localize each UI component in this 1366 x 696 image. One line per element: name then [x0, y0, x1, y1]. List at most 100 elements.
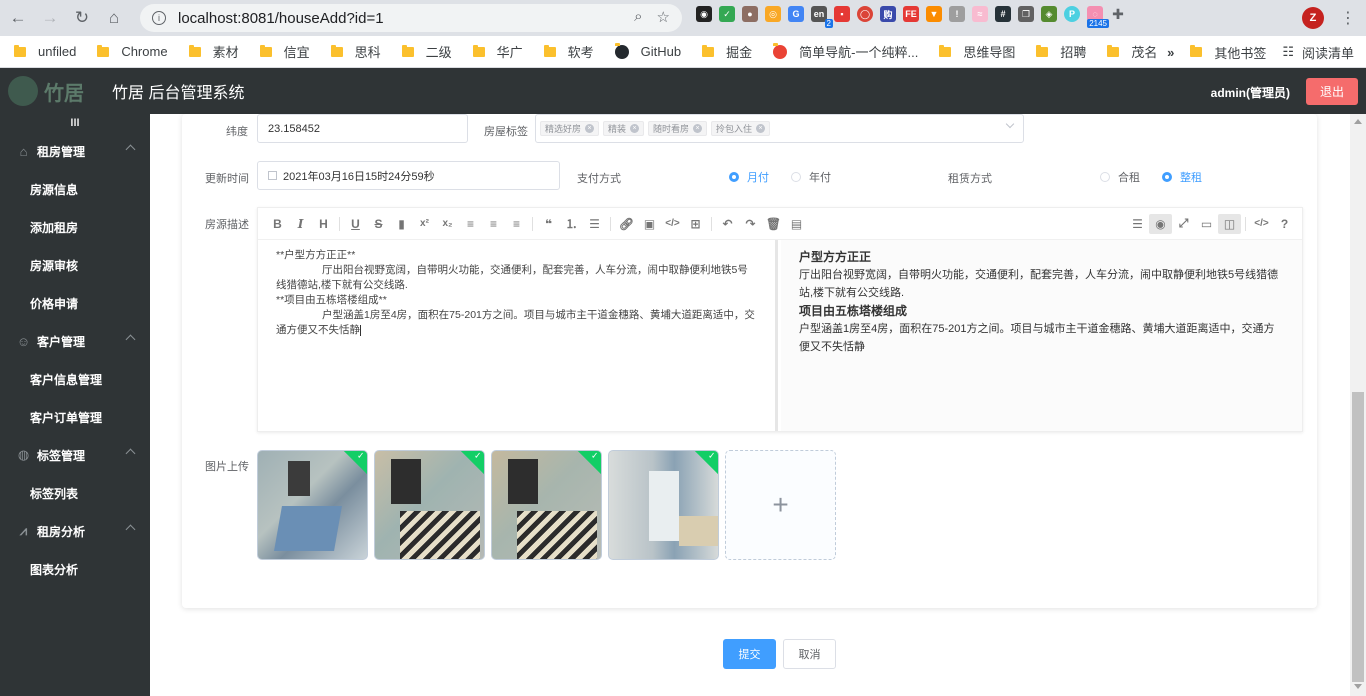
- shield-icon[interactable]: ✓: [719, 6, 735, 22]
- markdown-input[interactable]: **户型方方正正** 厅出阳台视野宽阔，自带明火功能，交通便利，配套完善，人车分…: [258, 240, 778, 431]
- zoom-icon[interactable]: ⌕: [634, 8, 642, 26]
- menu-item[interactable]: 客户信息管理: [0, 360, 150, 398]
- pay-yearly-radio[interactable]: 年付: [791, 169, 831, 185]
- en-icon[interactable]: en 2: [811, 6, 833, 28]
- undo-icon[interactable]: ↶: [716, 214, 739, 234]
- redo-icon[interactable]: ↷: [739, 214, 762, 234]
- split-view-icon[interactable]: ◫: [1218, 213, 1241, 234]
- profile-avatar[interactable]: Z: [1302, 7, 1324, 29]
- image-icon[interactable]: ▣: [638, 214, 661, 234]
- shop-icon[interactable]: 购: [880, 6, 896, 22]
- menu-item[interactable]: 客户订单管理: [0, 398, 150, 436]
- menu-item[interactable]: 标签列表: [0, 474, 150, 512]
- update-time-input[interactable]: 2021年03月16日15时24分59秒: [257, 161, 560, 190]
- tags-select[interactable]: 精选好房 × 精装 × 随时看房 × 拎包入住 ×: [535, 114, 1024, 143]
- quote-icon[interactable]: ❝: [537, 214, 560, 234]
- pay-monthly-radio[interactable]: 月付: [729, 169, 769, 185]
- menu-kebab-icon[interactable]: ⋮: [1340, 8, 1356, 28]
- html-code-icon[interactable]: </>: [1250, 214, 1273, 234]
- help-icon[interactable]: ?: [1273, 214, 1296, 234]
- scroll-up-icon[interactable]: [1354, 119, 1362, 124]
- menu-item[interactable]: 房源信息: [0, 170, 150, 208]
- copy-icon[interactable]: ❐: [1018, 6, 1034, 22]
- navigation-icon[interactable]: ☰: [1126, 214, 1149, 234]
- uploaded-image-thumbnail[interactable]: ✓: [374, 450, 485, 560]
- superscript-icon[interactable]: x²: [413, 214, 436, 234]
- bold-icon[interactable]: B: [266, 214, 289, 234]
- menu-group[interactable]: ⌂ 租房管理: [0, 132, 150, 170]
- save-icon[interactable]: ▤: [785, 214, 808, 234]
- bookmark-item[interactable]: 思维导图: [939, 42, 1015, 61]
- bookmark-item[interactable]: 招聘: [1036, 42, 1086, 61]
- home-icon[interactable]: ⌂: [100, 4, 128, 32]
- info-icon[interactable]: i: [152, 11, 166, 25]
- reading-list[interactable]: ☷ 阅读清单: [1282, 43, 1354, 62]
- close-icon[interactable]: ×: [756, 124, 766, 133]
- scroll-down-icon[interactable]: [1354, 684, 1362, 689]
- link-icon[interactable]: 🔗︎: [615, 214, 638, 234]
- close-icon[interactable]: ×: [630, 124, 640, 133]
- latitude-input[interactable]: 23.158452: [257, 114, 468, 143]
- menu-group[interactable]: ☺ 客户管理: [0, 322, 150, 360]
- close-icon[interactable]: ×: [585, 124, 595, 133]
- italic-icon[interactable]: I: [289, 214, 312, 234]
- rent-whole-radio[interactable]: 整租: [1162, 169, 1202, 185]
- align-center-icon[interactable]: ≡: [482, 214, 505, 234]
- uploaded-image-thumbnail[interactable]: ✓: [491, 450, 602, 560]
- heading-icon[interactable]: H: [312, 214, 335, 234]
- logout-button[interactable]: 退出: [1306, 78, 1358, 105]
- page-scrollbar[interactable]: [1350, 114, 1366, 696]
- address-bar[interactable]: i localhost:8081/houseAdd?id=1 ⌕ ☆: [140, 4, 682, 32]
- cancel-button[interactable]: 取消: [783, 639, 836, 669]
- star-icon[interactable]: ☆: [657, 8, 670, 26]
- close-icon[interactable]: ×: [693, 124, 703, 133]
- preview-eye-icon[interactable]: ◉: [1149, 213, 1172, 234]
- fe-icon[interactable]: FE: [903, 6, 919, 22]
- ordered-list-icon[interactable]: ⒈: [560, 214, 583, 234]
- uploaded-image-thumbnail[interactable]: ✓: [608, 450, 719, 560]
- code-icon[interactable]: </>: [661, 214, 684, 234]
- submit-button[interactable]: 提交: [723, 639, 776, 669]
- cookie-icon[interactable]: ●: [742, 6, 758, 22]
- menu-group[interactable]: ◍ 标签管理: [0, 436, 150, 474]
- upload-add-button[interactable]: +: [725, 450, 836, 560]
- forward-icon[interactable]: →: [36, 4, 64, 32]
- scrollbar-thumb[interactable]: [1352, 392, 1364, 682]
- bookmark-item[interactable]: GitHub: [614, 42, 681, 59]
- globe-icon[interactable]: ◈: [1041, 6, 1057, 22]
- puzzle-alert-icon[interactable]: !: [949, 6, 965, 22]
- pin-icon[interactable]: ▼: [926, 6, 942, 22]
- align-right-icon[interactable]: ≡: [505, 214, 528, 234]
- fullscreen-icon[interactable]: ⤢: [1172, 214, 1195, 234]
- glasses-icon[interactable]: ◎: [765, 6, 781, 22]
- more-bookmarks-icon[interactable]: »: [1167, 45, 1174, 60]
- bookmark-item[interactable]: 思科: [330, 42, 381, 61]
- underline-icon[interactable]: U: [344, 214, 367, 234]
- subscript-icon[interactable]: x₂: [436, 214, 459, 234]
- counter-icon[interactable]: ◌ 2145: [1087, 6, 1109, 28]
- hash-icon[interactable]: #: [995, 6, 1011, 22]
- back-icon[interactable]: ←: [4, 4, 32, 32]
- menu-item[interactable]: 图表分析: [0, 550, 150, 588]
- p-icon[interactable]: P: [1064, 6, 1080, 22]
- bookmark-item[interactable]: 茂名: [1107, 42, 1157, 61]
- chrome-icon[interactable]: ◯: [857, 6, 873, 22]
- bookmark-item[interactable]: 华广: [472, 42, 523, 61]
- uploaded-image-thumbnail[interactable]: ✓: [257, 450, 368, 560]
- fullscreen-window-icon[interactable]: ▭: [1195, 214, 1218, 234]
- other-bookmarks[interactable]: 其他书签: [1190, 43, 1266, 62]
- collapse-toggle[interactable]: III: [0, 114, 150, 132]
- bookmark-item[interactable]: unfiled: [14, 44, 76, 59]
- strikethrough-icon[interactable]: S: [367, 214, 390, 234]
- table-icon[interactable]: ⊞: [684, 214, 707, 234]
- cat-icon[interactable]: ≈: [972, 6, 988, 22]
- extension-icon[interactable]: ◉: [696, 6, 712, 22]
- bookmark-item[interactable]: 掘金: [702, 42, 752, 61]
- rent-shared-radio[interactable]: 合租: [1100, 169, 1140, 185]
- red-extension-icon[interactable]: ▪: [834, 6, 850, 22]
- bookmark-item[interactable]: 二级: [401, 42, 452, 61]
- puzzle-icon[interactable]: ✚: [1110, 6, 1126, 22]
- logo[interactable]: 竹居: [8, 70, 100, 112]
- bookmark-item[interactable]: 素材: [188, 42, 239, 61]
- bookmark-item[interactable]: 信宜: [259, 42, 310, 61]
